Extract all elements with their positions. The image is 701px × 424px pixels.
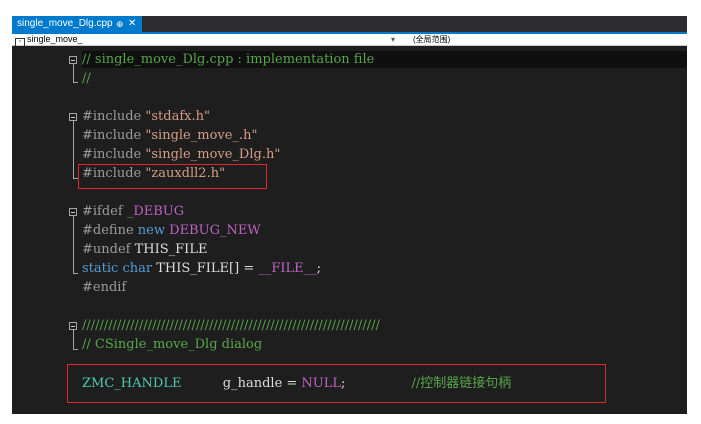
highlight-box-handle (67, 364, 606, 403)
chevron-down-icon[interactable]: ▾ (391, 34, 395, 45)
code-line-10: static char THIS_FILE[] = __FILE__; (82, 261, 322, 276)
tab-strip: single_move_Dlg.cpp ⊕ ✕ (12, 16, 687, 34)
code-line-2: // (82, 71, 91, 86)
highlight-box-include (78, 164, 267, 189)
code-line-12: ////////////////////////////////////////… (82, 318, 380, 333)
code-line-5: #include "single_move_Dlg.h" (82, 147, 281, 162)
code-line-13: // CSingle_move_Dlg dialog (82, 337, 263, 352)
fold-guide-end (73, 82, 78, 83)
ide-window: single_move_Dlg.cpp ⊕ ✕ ▫ single_move_ ▾ … (12, 16, 687, 414)
fold-guide-end (73, 349, 78, 350)
code-line-11: #endif (82, 280, 127, 295)
fold-guide (73, 64, 74, 82)
collapse-region-icon[interactable] (69, 322, 77, 330)
collapse-region-icon[interactable] (69, 208, 77, 216)
collapse-region-icon[interactable] (69, 113, 77, 121)
close-icon[interactable]: ✕ (128, 16, 136, 32)
code-line-4: #include "single_move_.h" (82, 128, 258, 143)
fold-guide-end (73, 273, 78, 274)
collapse-region-icon[interactable] (69, 56, 77, 64)
code-line-1: // single_move_Dlg.cpp : implementation … (82, 52, 375, 67)
project-scope-label: single_move_ (27, 34, 83, 44)
code-line-8: #define new DEBUG_NEW (82, 223, 261, 238)
pin-icon[interactable]: ⊕ (116, 16, 124, 32)
code-line-3: #include "stdafx.h" (82, 109, 210, 124)
fold-guide (73, 121, 74, 178)
code-editor[interactable]: // single_move_Dlg.cpp : implementation … (12, 46, 687, 414)
member-scope-dropdown[interactable]: (全局范围) (413, 34, 450, 45)
tab-single-move-dlg-cpp[interactable]: single_move_Dlg.cpp ⊕ ✕ (12, 16, 142, 32)
fold-guide (73, 216, 74, 273)
code-line-9: #undef THIS_FILE (82, 242, 208, 257)
code-line-7: #ifdef _DEBUG (82, 204, 185, 219)
tab-label: single_move_Dlg.cpp (17, 18, 113, 29)
navigation-bar: ▫ single_move_ ▾ (全局范围) (12, 34, 687, 47)
fold-guide (73, 330, 74, 349)
